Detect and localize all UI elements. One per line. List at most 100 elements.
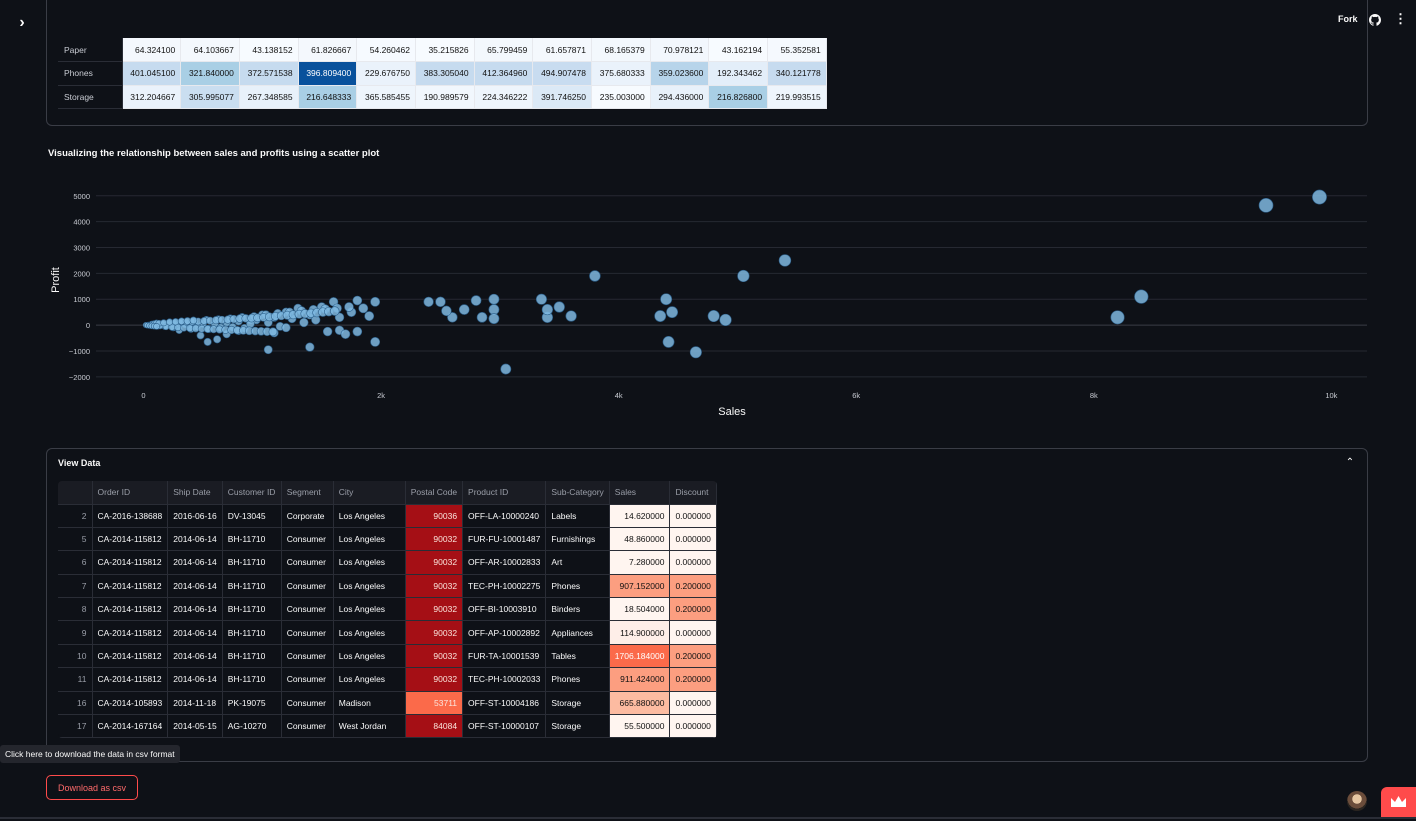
pivot-cell[interactable]: 192.343462 — [708, 61, 769, 86]
scatter-plot[interactable]: −2000 −1000 0 1000 2000 3000 4000 5000 0 2k 4k 6k 8… — [0, 180, 1416, 420]
table-cell[interactable]: 90032 — [405, 527, 464, 552]
table-cell[interactable]: AG-10270 — [222, 714, 282, 739]
column-header[interactable]: Product ID — [462, 481, 547, 505]
pivot-cell[interactable]: 401.045100 — [122, 61, 182, 86]
table-cell[interactable]: 90032 — [405, 620, 464, 645]
table-cell[interactable]: Los Angeles — [333, 597, 406, 622]
table-cell[interactable]: OFF-AP-10002892 — [462, 620, 547, 645]
column-header[interactable]: Ship Date — [167, 481, 223, 505]
table-cell[interactable]: CA-2014-115812 — [92, 550, 169, 575]
table-cell[interactable]: 2014-06-14 — [167, 527, 223, 552]
pivot-cell[interactable]: 365.585455 — [356, 85, 416, 109]
table-cell[interactable]: CA-2014-167164 — [92, 714, 169, 739]
table-cell[interactable]: Los Angeles — [333, 527, 406, 552]
pivot-cell[interactable]: 54.260462 — [356, 38, 416, 62]
table-cell[interactable]: PK-19075 — [222, 691, 282, 716]
table-cell[interactable]: Storage — [545, 691, 610, 716]
table-row[interactable]: 6 CA-2014-115812 2014-06-14 BH-11710 Consume… — [58, 550, 717, 575]
scatter-point[interactable] — [1258, 198, 1274, 213]
scatter-point[interactable] — [553, 301, 565, 313]
pivot-cell[interactable]: 412.364960 — [474, 61, 534, 86]
table-cell[interactable]: BH-11710 — [222, 620, 282, 645]
table-cell[interactable]: 2014-06-14 — [167, 574, 223, 599]
pivot-cell[interactable]: 224.346222 — [474, 85, 534, 109]
table-cell[interactable]: 48.860000 — [609, 527, 671, 552]
table-cell[interactable]: Consumer — [281, 620, 334, 645]
scatter-point[interactable] — [370, 296, 381, 307]
table-row[interactable]: 10 CA-2014-115812 2014-06-14 BH-11710 Consum… — [58, 644, 717, 669]
table-cell[interactable]: FUR-FU-10001487 — [462, 527, 547, 552]
table-cell[interactable]: 2016-06-16 — [167, 504, 223, 528]
scatter-point[interactable] — [435, 296, 446, 308]
column-header[interactable] — [58, 481, 93, 505]
scatter-point[interactable] — [500, 363, 512, 375]
table-cell[interactable]: 0.000000 — [669, 527, 717, 552]
streamlit-badge[interactable] — [1381, 787, 1416, 819]
scatter-point[interactable] — [488, 304, 500, 315]
table-row[interactable]: 2 CA-2016-138688 2016-06-16 DV-13045 Corpora… — [58, 504, 717, 528]
table-cell[interactable]: Consumer — [281, 644, 334, 669]
table-cell[interactable]: 0.000000 — [669, 550, 717, 575]
table-row[interactable]: 16 CA-2014-105893 2014-11-18 PK-19075 Consum… — [58, 691, 717, 716]
column-header[interactable]: Postal Code — [405, 481, 464, 505]
table-cell[interactable]: OFF-ST-10000107 — [462, 714, 547, 739]
scatter-point[interactable] — [281, 323, 291, 333]
pivot-cell[interactable]: 35.215826 — [415, 38, 475, 62]
table-cell[interactable]: CA-2014-105893 — [92, 691, 169, 716]
pivot-cell[interactable]: 65.799459 — [474, 38, 534, 62]
table-cell[interactable]: 0.000000 — [669, 691, 717, 716]
table-cell[interactable]: 2014-06-14 — [167, 597, 223, 622]
table-cell[interactable]: Furnishings — [545, 527, 610, 552]
pivot-cell[interactable]: 216.648333 — [298, 85, 358, 109]
pivot-cell[interactable]: 305.995077 — [180, 85, 240, 109]
scatter-point[interactable] — [654, 310, 667, 322]
table-cell[interactable]: 2014-06-14 — [167, 620, 223, 645]
scatter-point[interactable] — [299, 317, 309, 328]
column-header[interactable]: Sub-Category — [545, 481, 610, 505]
table-cell[interactable]: Labels — [545, 504, 610, 528]
scatter-point[interactable] — [476, 312, 488, 323]
scatter-point[interactable] — [305, 342, 315, 352]
table-cell[interactable]: CA-2014-115812 — [92, 597, 169, 622]
scatter-point[interactable] — [662, 336, 675, 348]
table-cell[interactable]: Consumer — [281, 527, 334, 552]
table-cell[interactable]: FUR-TA-10001539 — [462, 644, 547, 669]
table-cell[interactable]: 53711 — [405, 691, 464, 716]
scatter-point[interactable] — [166, 318, 174, 326]
table-cell[interactable]: BH-11710 — [222, 597, 282, 622]
scatter-point[interactable] — [589, 270, 601, 282]
pivot-cell[interactable]: 43.162194 — [708, 38, 769, 62]
table-cell[interactable]: Consumer — [281, 691, 334, 716]
table-cell[interactable]: BH-11710 — [222, 644, 282, 669]
table-cell[interactable]: 14.620000 — [609, 504, 671, 528]
pivot-cell[interactable]: 359.023600 — [650, 61, 710, 86]
scatter-point[interactable] — [364, 311, 375, 321]
table-cell[interactable]: CA-2014-115812 — [92, 644, 169, 669]
pivot-cell[interactable]: 219.993515 — [767, 85, 827, 109]
pivot-cell[interactable]: 312.204667 — [122, 85, 182, 109]
pivot-cell[interactable]: 340.121778 — [767, 61, 827, 86]
table-cell[interactable]: Consumer — [281, 597, 334, 622]
scatter-point[interactable] — [344, 302, 354, 312]
scatter-point[interactable] — [189, 316, 198, 325]
table-cell[interactable]: Appliances — [545, 620, 610, 645]
column-header[interactable]: Discount — [669, 481, 717, 505]
scatter-point[interactable] — [541, 303, 553, 316]
column-header[interactable]: Segment — [281, 481, 334, 505]
table-row[interactable]: 8 CA-2014-115812 2014-06-14 BH-11710 Consume… — [58, 597, 717, 622]
table-cell[interactable]: 90032 — [405, 574, 464, 599]
scatter-point[interactable] — [423, 296, 434, 307]
table-cell[interactable]: Los Angeles — [333, 620, 406, 645]
scatter-point[interactable] — [488, 313, 500, 325]
scatter-point[interactable] — [153, 322, 160, 330]
scatter-point[interactable] — [535, 293, 547, 305]
pivot-cell[interactable]: 494.907478 — [532, 61, 592, 86]
scatter-point[interactable] — [263, 345, 273, 355]
table-cell[interactable]: Corporate — [281, 504, 334, 528]
pivot-cell[interactable]: 190.989579 — [415, 85, 475, 109]
column-header[interactable]: City — [333, 481, 406, 505]
table-cell[interactable]: 2014-06-14 — [167, 550, 223, 575]
scatter-point[interactable] — [203, 337, 212, 346]
pivot-cell[interactable]: 64.103667 — [180, 38, 240, 62]
scatter-point[interactable] — [707, 310, 720, 323]
